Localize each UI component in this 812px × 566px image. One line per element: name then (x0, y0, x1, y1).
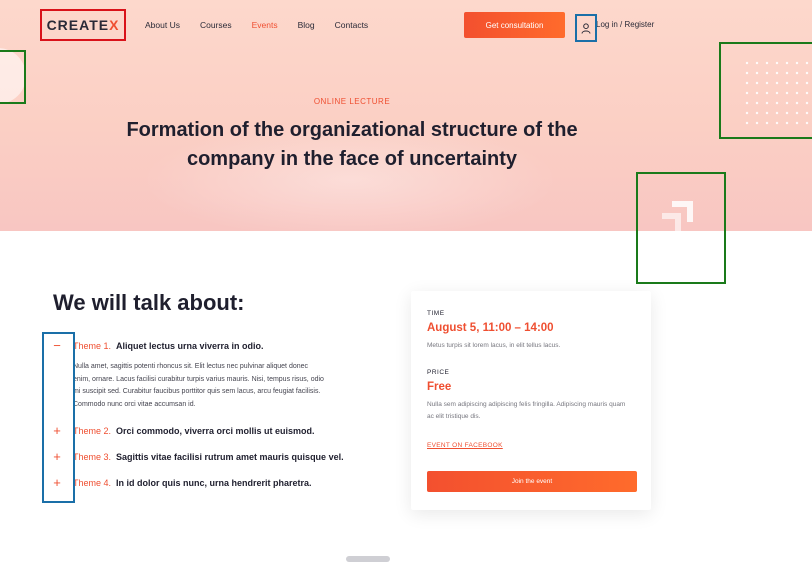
get-consultation-button[interactable]: Get consultation (464, 12, 565, 38)
join-event-button[interactable]: Join the event (427, 471, 637, 492)
theme-label[interactable]: Theme 1. (73, 341, 111, 351)
logo-text: CREATE (46, 17, 110, 33)
arrow-up-right-icon (662, 201, 693, 231)
theme-title[interactable]: In id dolor quis nunc, urna hendrerit ph… (116, 478, 312, 488)
logo[interactable]: CREATE X (41, 10, 125, 40)
event-eyebrow: ONLINE LECTURE (313, 97, 391, 106)
price-label: PRICE (427, 369, 450, 376)
theme-label[interactable]: Theme 4. (73, 478, 111, 488)
time-note: Metus turpis sit lorem lacus, in elit te… (427, 342, 561, 349)
theme-body-line: enim, ornare. Lacus facilisi curabitur t… (73, 375, 324, 383)
theme-title[interactable]: Sagittis vitae facilisi rutrum amet maur… (116, 452, 344, 462)
nav-link-blog[interactable]: Blog (298, 18, 315, 32)
theme-title[interactable]: Orci commodo, viverra orci mollis ut eui… (116, 426, 315, 436)
time-value: August 5, 11:00 – 14:00 (427, 322, 554, 334)
time-label: TIME (427, 310, 445, 317)
price-value: Free (427, 381, 452, 393)
top-navigation: CREATE X About Us Courses Events Blog Con… (0, 0, 812, 50)
topics-heading: We will talk about: (53, 290, 245, 315)
theme-title[interactable]: Aliquet lectus urna viverra in odio. (116, 341, 264, 351)
theme-body-line: Commodo nunc orci vitae accumsan id. (73, 400, 196, 408)
logo-x: X (109, 17, 120, 33)
decorative-dot-grid (742, 58, 812, 128)
nav-link-courses[interactable]: Courses (200, 18, 232, 32)
page-title: Formation of the organizational structur… (0, 116, 704, 174)
nav-links: About Us Courses Events Blog Contacts (145, 18, 388, 32)
plus-icon[interactable]: + (50, 424, 64, 438)
price-note: Nulla sem adipiscing adipiscing felis fr… (427, 401, 626, 420)
decorative-circle (0, 48, 26, 104)
event-on-facebook-link[interactable]: EVENT ON FACEBOOK (427, 442, 503, 449)
theme-label[interactable]: Theme 3. (73, 452, 111, 462)
plus-icon[interactable]: + (50, 476, 64, 490)
page-title-line-1: Formation of the organizational structur… (126, 119, 578, 141)
theme-body: Nulla amet, sagittis potenti rhoncus sit… (73, 361, 353, 411)
login-register-link[interactable]: Log in / Register (596, 20, 654, 29)
nav-link-contacts[interactable]: Contacts (335, 18, 369, 32)
user-icon[interactable] (576, 15, 596, 41)
theme-body-line: mi suscipit sed. Curabitur faucibus port… (73, 388, 321, 395)
nav-link-events[interactable]: Events (252, 18, 278, 32)
event-details-card: TIME August 5, 11:00 – 14:00 Metus turpi… (411, 291, 651, 510)
page-title-line-2: company in the face of uncertainty (186, 148, 518, 170)
theme-label[interactable]: Theme 2. (73, 426, 111, 436)
minus-icon[interactable]: − (50, 339, 64, 353)
nav-link-about-us[interactable]: About Us (145, 18, 180, 32)
scroll-indicator[interactable] (346, 556, 390, 562)
plus-icon[interactable]: + (50, 450, 64, 464)
theme-body-line: Nulla amet, sagittis potenti rhoncus sit… (73, 363, 309, 370)
